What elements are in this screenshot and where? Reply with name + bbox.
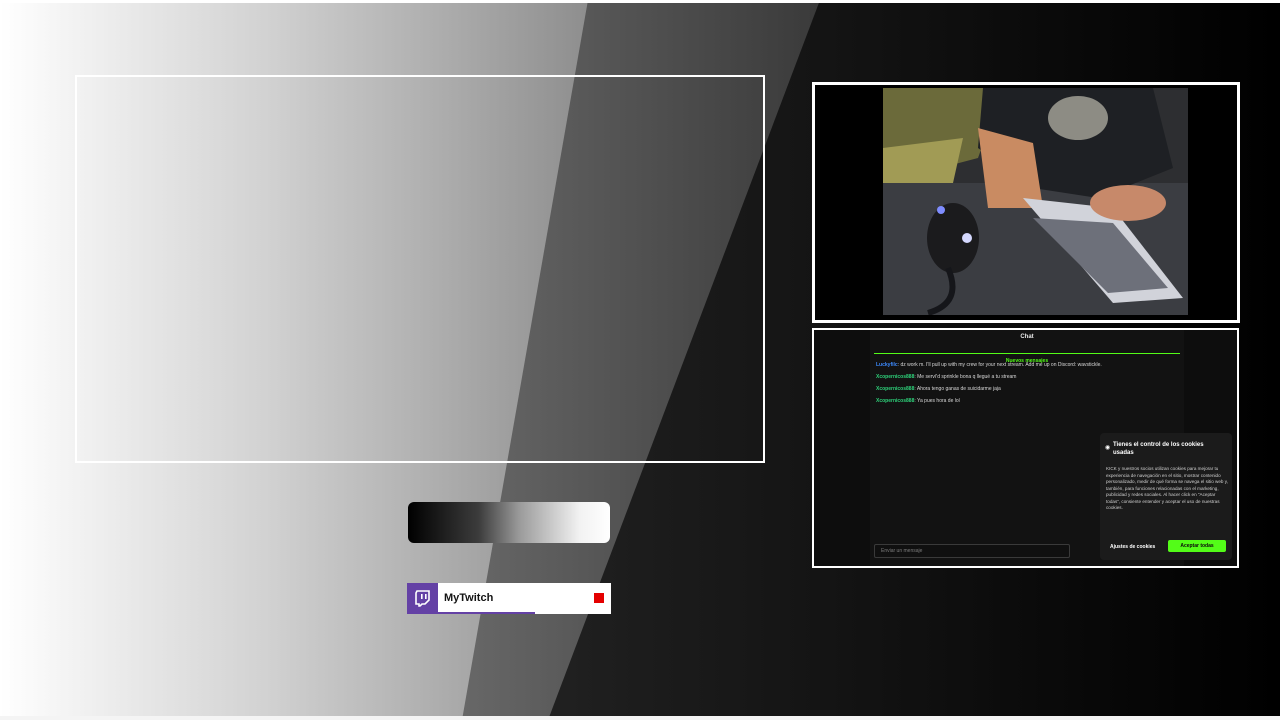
webcam-frame — [812, 82, 1240, 323]
gradient-banner — [408, 502, 610, 543]
chat-username[interactable]: Xcopernicos888 — [876, 374, 914, 380]
cookie-icon: ◉ — [1105, 445, 1111, 451]
chat-message: Xcopernicos888: Ya pues hora de lol — [876, 398, 1176, 404]
chat-username[interactable]: Xcopernicos888 — [876, 386, 914, 392]
twitch-icon — [407, 583, 438, 614]
chat-username[interactable]: Luckyfilc — [876, 362, 898, 368]
chat-panel: Chat Nuevos mensajes Luckyfilc: dz work … — [870, 330, 1232, 566]
twitch-nameplate: MyTwitch — [407, 583, 611, 614]
main-stream-frame — [75, 75, 765, 463]
cookie-accept-all-button[interactable]: Aceptar todas — [1168, 540, 1226, 552]
chat-message: Xcopernicos888: Ahora tengo ganas de sui… — [876, 386, 1176, 392]
chat-message-text: : Ya pues hora de lol — [914, 398, 960, 404]
twitch-accent-bar — [438, 612, 535, 614]
cookie-title: Tienes el control de los cookies usadas — [1113, 442, 1204, 456]
twitch-channel-name: MyTwitch — [444, 592, 494, 604]
cookie-consent-banner: ◉ Tienes el control de los cookies usada… — [1100, 433, 1232, 560]
chat-message-text: : dz work m. I'll pull up with my crew f… — [897, 362, 1102, 368]
chat-message: Luckyfilc: dz work m. I'll pull up with … — [876, 362, 1176, 368]
webcam-image — [883, 88, 1188, 315]
live-indicator-icon — [594, 593, 604, 603]
chat-message-text: : Ahora tengo ganas de suicidarme jaja — [914, 386, 1001, 392]
chat-messages: Luckyfilc: dz work m. I'll pull up with … — [876, 362, 1176, 410]
chat-message-text: : Me serví'd sprinkle bona q llegué a tu… — [914, 374, 1017, 380]
chat-username[interactable]: Xcopernicos888 — [876, 398, 914, 404]
chat-frame: Chat Nuevos mensajes Luckyfilc: dz work … — [812, 328, 1239, 568]
cookie-body: KICK y nuestros socios utilizan cookies … — [1106, 466, 1228, 510]
chat-message-input[interactable]: Enviar un mensaje — [874, 544, 1070, 558]
webcam-feed — [883, 88, 1188, 315]
chat-title: Chat — [1020, 334, 1034, 340]
cookie-settings-button[interactable]: Ajustes de cookies — [1110, 544, 1155, 550]
chat-message: Xcopernicos888: Me serví'd sprinkle bona… — [876, 374, 1176, 380]
